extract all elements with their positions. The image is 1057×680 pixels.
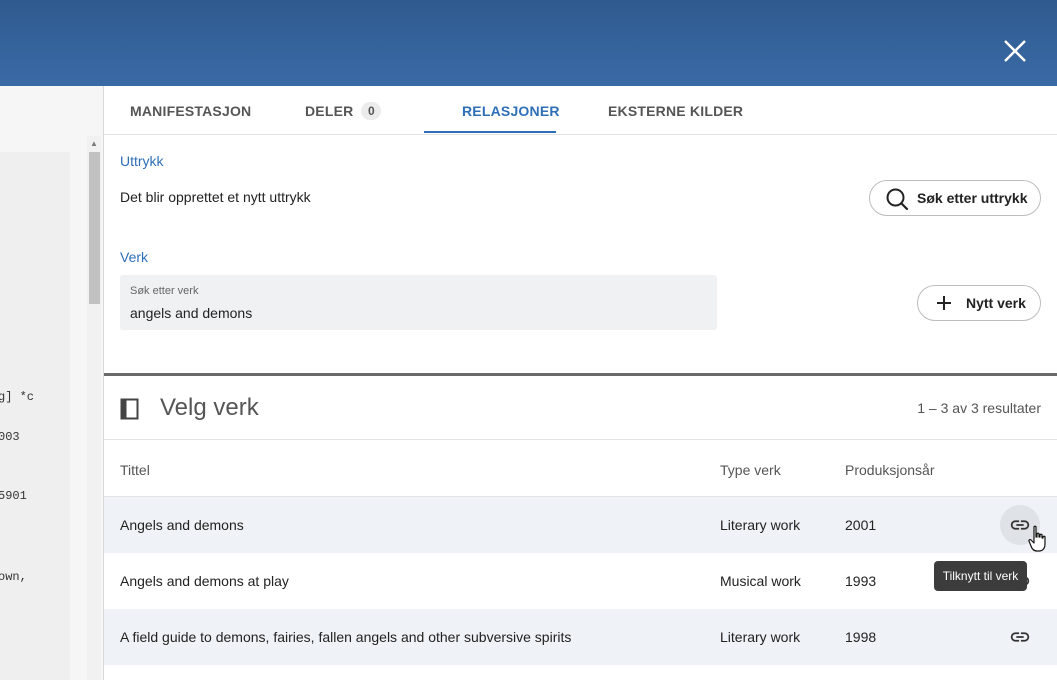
tab-relasjoner[interactable]: RELASJONER bbox=[462, 86, 560, 134]
plus-icon bbox=[937, 296, 951, 310]
record-line: 5901 bbox=[0, 489, 27, 503]
work-section-label: Verk bbox=[120, 249, 149, 265]
book-icon bbox=[120, 398, 139, 420]
work-search-input[interactable] bbox=[130, 303, 690, 323]
column-header-year: Produksjonsår bbox=[845, 462, 935, 478]
cell-title: Angels and demons at play bbox=[120, 573, 289, 589]
column-header-type: Type verk bbox=[720, 462, 781, 478]
close-button[interactable] bbox=[997, 33, 1033, 69]
search-expression-label: Søk etter uttrykk bbox=[917, 190, 1028, 206]
header-bar bbox=[0, 0, 1057, 86]
tab-label: RELASJONER bbox=[462, 103, 560, 119]
column-header-title: Tittel bbox=[120, 462, 150, 478]
cell-type: Musical work bbox=[720, 573, 801, 589]
search-icon bbox=[886, 188, 909, 211]
cell-title: Angels and demons bbox=[120, 517, 244, 533]
expression-section-label: Uttrykk bbox=[120, 153, 164, 169]
cell-year: 2001 bbox=[845, 517, 877, 533]
new-work-button[interactable]: Nytt verk bbox=[917, 285, 1041, 321]
work-search-field[interactable]: Søk etter verk bbox=[120, 275, 717, 330]
record-line: own, bbox=[0, 570, 27, 584]
count-badge: 0 bbox=[361, 102, 382, 120]
scrollbar-thumb[interactable] bbox=[89, 152, 100, 304]
cell-title: A field guide to demons, fairies, fallen… bbox=[120, 629, 572, 645]
tab-label: DELER bbox=[305, 103, 354, 119]
table-row[interactable]: A field guide to demons, fairies, fallen… bbox=[104, 609, 1057, 665]
tab-eksterne-kilder[interactable]: EKSTERNE KILDER bbox=[608, 86, 743, 134]
cell-year: 1993 bbox=[845, 573, 877, 589]
link-work-button[interactable] bbox=[1000, 617, 1040, 657]
new-work-label: Nytt verk bbox=[966, 295, 1026, 311]
table-row[interactable]: Angels and demons Literary work 2001 bbox=[104, 497, 1057, 553]
active-tab-indicator bbox=[424, 131, 556, 133]
tab-label: EKSTERNE KILDER bbox=[608, 103, 744, 119]
cell-type: Literary work bbox=[720, 629, 801, 645]
tab-label: MANIFESTASJON bbox=[130, 103, 252, 119]
link-icon bbox=[1010, 632, 1030, 642]
tab-bar: MANIFESTASJON DELER 0 RELASJONER EKSTERNE… bbox=[104, 86, 1057, 135]
results-title: Velg verk bbox=[160, 394, 259, 421]
expression-status-text: Det blir opprettet et nytt uttrykk bbox=[120, 189, 311, 205]
record-line: g] *c bbox=[0, 390, 35, 404]
link-tooltip: Tilknytt til verk bbox=[934, 561, 1027, 591]
search-expression-button[interactable]: Søk etter uttrykk bbox=[869, 180, 1041, 216]
close-icon bbox=[1004, 40, 1026, 62]
cell-year: 1998 bbox=[845, 629, 877, 645]
table-row[interactable]: Angels and demons at play Musical work 1… bbox=[104, 553, 1057, 609]
tab-manifestasjon[interactable]: MANIFESTASJON bbox=[130, 86, 251, 134]
record-line: 003 bbox=[0, 430, 20, 444]
results-header: Velg verk 1 – 3 av 3 resultater bbox=[104, 376, 1057, 440]
tab-deler[interactable]: DELER 0 bbox=[305, 86, 382, 134]
cell-type: Literary work bbox=[720, 517, 801, 533]
scroll-up-arrow-icon[interactable]: ▲ bbox=[87, 138, 101, 150]
record-document: g] *c 003 5901 own, bbox=[0, 152, 70, 680]
work-search-label: Søk etter verk bbox=[130, 285, 199, 297]
hand-pointer-icon bbox=[1028, 525, 1046, 552]
results-count: 1 – 3 av 3 resultater bbox=[917, 400, 1041, 416]
